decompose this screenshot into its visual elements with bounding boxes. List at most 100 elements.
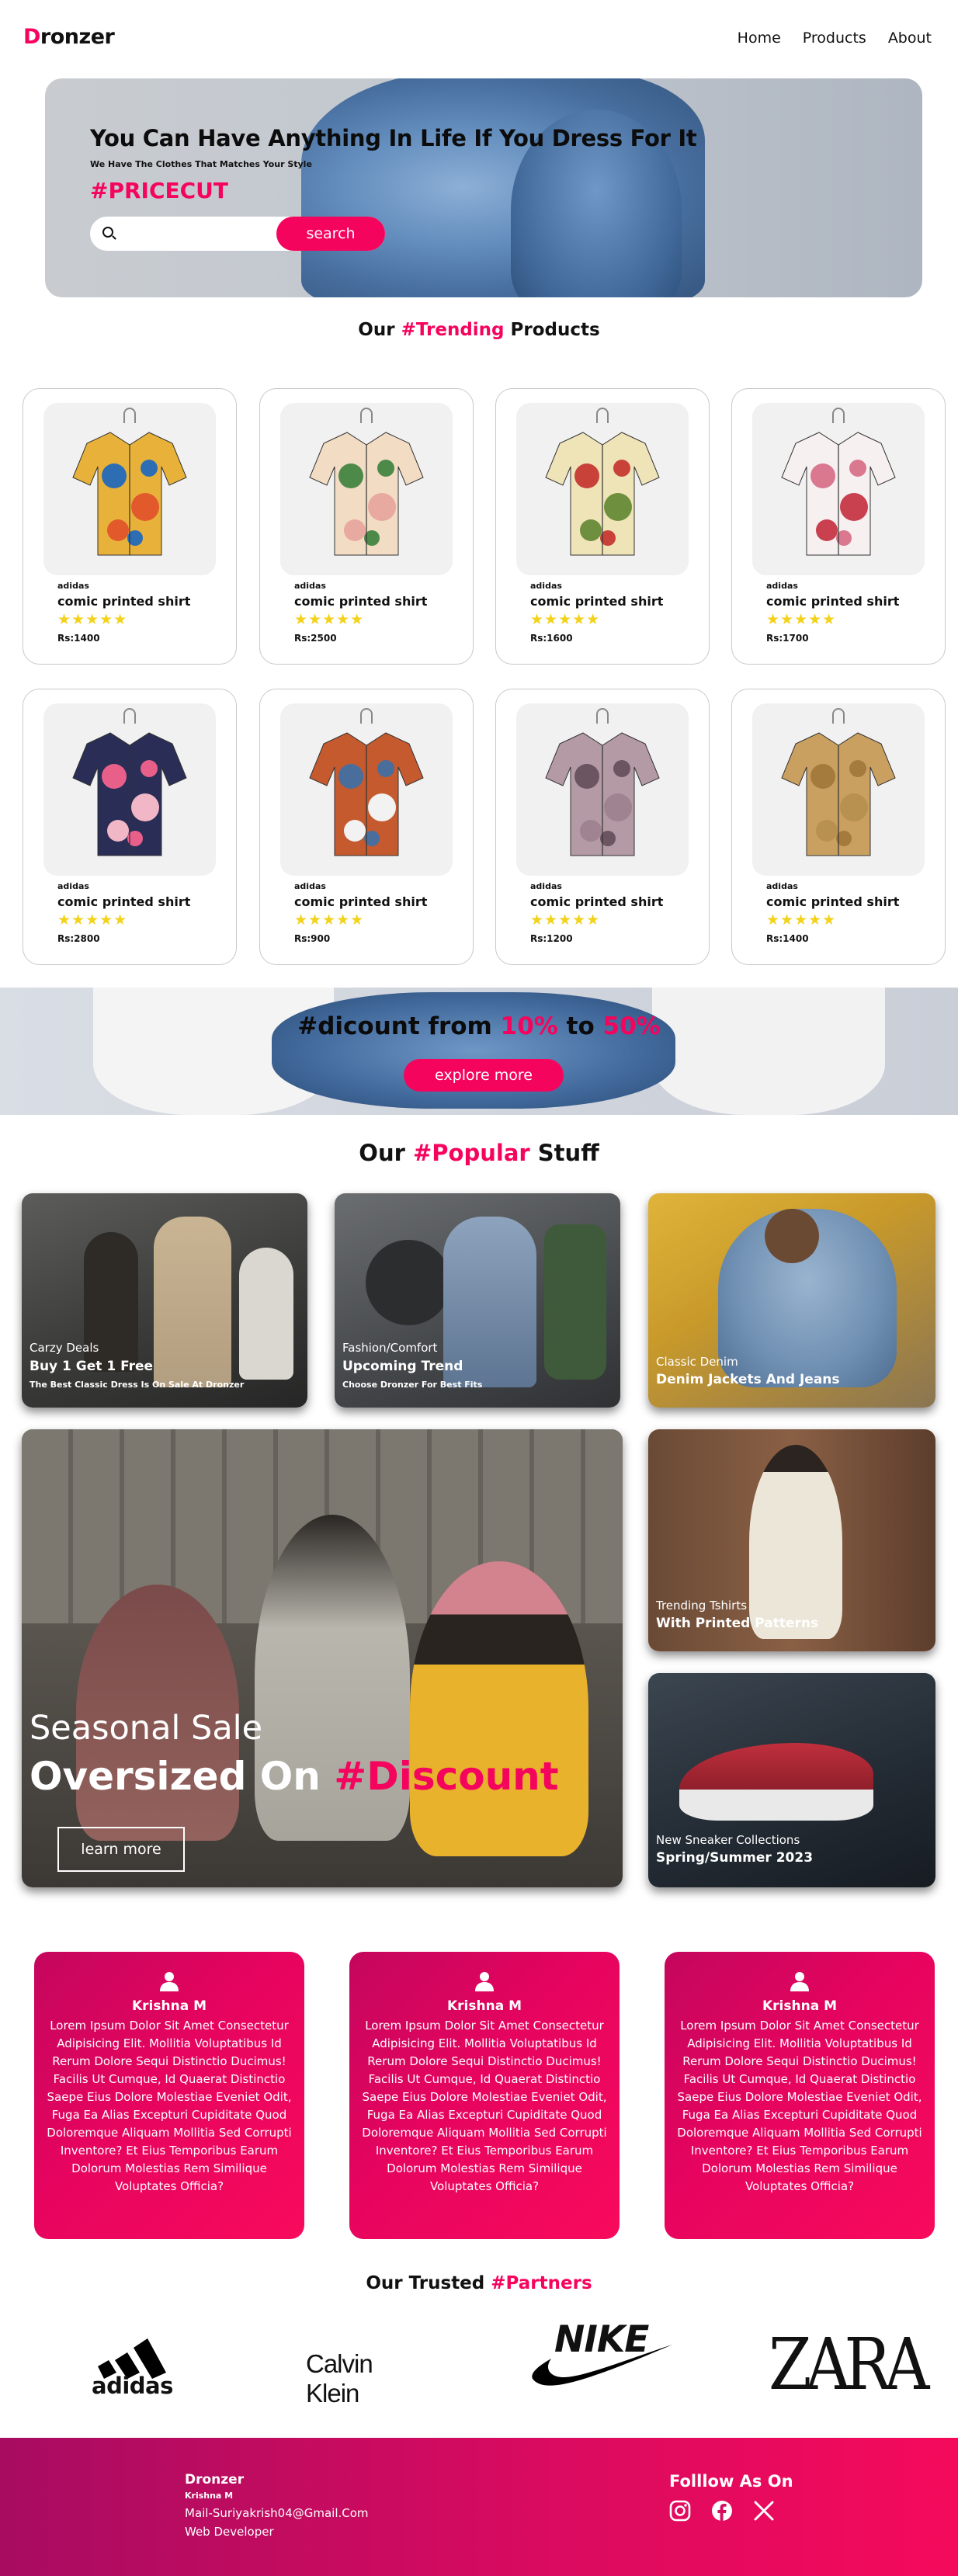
partner-nike[interactable]: NIKE — [528, 2318, 675, 2399]
facebook-icon[interactable] — [711, 2500, 733, 2522]
shirt-icon — [72, 732, 187, 856]
footer-mail[interactable]: Mail-Suriyakrish04@Gmail.Com — [185, 2506, 369, 2520]
partner-zara[interactable]: ZARA — [769, 2321, 929, 2406]
popular-title-prefix: Our — [359, 1140, 413, 1166]
x-icon[interactable] — [753, 2500, 775, 2522]
nav-link-products[interactable]: Products — [803, 30, 866, 47]
trending-title-suffix: Products — [504, 320, 600, 340]
tile-person-image — [154, 1217, 231, 1387]
search-input[interactable] — [124, 223, 264, 245]
product-price: Rs:2500 — [294, 633, 337, 644]
product-image[interactable] — [43, 703, 216, 876]
discount-prefix: #dicount from — [297, 1012, 501, 1040]
hanger-icon — [832, 408, 845, 423]
product-card[interactable]: adidas comic printed shirt ★★★★★ Rs:1600 — [495, 388, 710, 665]
partner-adidas-label: adidas — [92, 2373, 173, 2399]
tile-trending-tshirts[interactable]: Trending Tshirts With Printed Patterns — [648, 1429, 935, 1651]
tile-sneakers[interactable]: New Sneaker Collections Spring/Summer 20… — [648, 1673, 935, 1887]
product-brand: adidas — [530, 881, 562, 891]
tile-category: Classic Denim — [656, 1355, 738, 1369]
shirt-icon — [72, 432, 187, 556]
tile-description: The Best Classic Dress Is On Sale At Dro… — [30, 1380, 245, 1390]
product-price: Rs:1200 — [530, 933, 573, 944]
product-brand: adidas — [766, 881, 798, 891]
tile-seasonal-sale[interactable]: Seasonal Sale Oversized On #Discount lea… — [22, 1429, 623, 1887]
product-brand: adidas — [294, 881, 326, 891]
shirt-icon — [309, 432, 424, 556]
product-image[interactable] — [280, 403, 453, 575]
shirt-icon — [781, 732, 896, 856]
rating-stars: ★★★★★ — [294, 911, 365, 929]
partner-nike-label: NIKE — [554, 2318, 649, 2361]
hero-headline: You Can Have Anything In Life If You Dre… — [90, 125, 697, 151]
nav-links: Home Products About — [738, 30, 932, 47]
nav-link-home[interactable]: Home — [738, 30, 781, 47]
testimonial-card: Krishna M Lorem Ipsum Dolor Sit Amet Cons… — [349, 1952, 620, 2239]
partner-calvin-klein-label: Calvin Klein — [306, 2349, 373, 2408]
explore-more-button[interactable]: explore more — [404, 1059, 564, 1092]
tile-person-image — [749, 1445, 842, 1639]
product-card[interactable]: adidas comic printed shirt ★★★★★ Rs:1200 — [495, 689, 710, 965]
partner-adidas[interactable]: adidas — [85, 2321, 179, 2399]
product-card[interactable]: adidas comic printed shirt ★★★★★ Rs:2500 — [259, 388, 474, 665]
product-brand: adidas — [530, 581, 562, 591]
hanger-icon — [123, 708, 136, 724]
tile-person-image — [239, 1248, 293, 1380]
shirt-icon — [781, 432, 896, 556]
discount-low: 10% — [500, 1012, 558, 1040]
tile-title: Upcoming Trend — [342, 1359, 463, 1374]
hanger-icon — [360, 708, 373, 724]
product-price: Rs:2800 — [57, 933, 100, 944]
tile-upcoming-trend[interactable]: Fashion/Comfort Upcoming Trend Choose Dr… — [335, 1193, 620, 1408]
rating-stars: ★★★★★ — [530, 611, 601, 628]
product-price: Rs:1400 — [57, 633, 100, 644]
nav-link-about[interactable]: About — [888, 30, 932, 47]
product-card[interactable]: adidas comic printed shirt ★★★★★ Rs:1700 — [731, 388, 946, 665]
discount-banner: #dicount from 10% to 50% explore more — [0, 988, 958, 1115]
footer-brand: Dronzer — [185, 2472, 245, 2487]
product-image[interactable] — [752, 703, 925, 876]
product-card[interactable]: adidas comic printed shirt ★★★★★ Rs:2800 — [23, 689, 237, 965]
testimonial-card: Krishna M Lorem Ipsum Dolor Sit Amet Cons… — [34, 1952, 304, 2239]
popular-title-highlight: #Popular — [413, 1140, 530, 1166]
tile-person-head — [765, 1209, 819, 1263]
testimonial-text: Lorem Ipsum Dolor Sit Amet Consectetur A… — [362, 2019, 607, 2193]
popular-title-suffix: Stuff — [529, 1140, 599, 1166]
footer-name: Krishna M — [185, 2491, 234, 2501]
product-brand: adidas — [57, 581, 89, 591]
logo[interactable]: Dronzer — [23, 25, 115, 49]
product-image[interactable] — [752, 403, 925, 575]
product-brand: adidas — [57, 881, 89, 891]
learn-more-button[interactable]: learn more — [57, 1827, 185, 1872]
product-price: Rs:1600 — [530, 633, 573, 644]
oversized-discount-heading: Oversized On #Discount — [30, 1754, 559, 1799]
product-price: Rs:900 — [294, 933, 331, 944]
popular-title: Our #Popular Stuff — [0, 1140, 958, 1166]
product-image[interactable] — [280, 703, 453, 876]
partners-title: Our Trusted #Partners — [0, 2273, 958, 2293]
product-price: Rs:1400 — [766, 933, 809, 944]
hanger-icon — [360, 408, 373, 423]
discount-mid: to — [557, 1012, 603, 1040]
tile-category: Trending Tshirts — [656, 1599, 748, 1613]
product-card[interactable]: adidas comic printed shirt ★★★★★ Rs:900 — [259, 689, 474, 965]
top-nav: Dronzer Home Products About — [0, 0, 958, 78]
partner-calvin-klein[interactable]: Calvin Klein — [306, 2321, 430, 2408]
rating-stars: ★★★★★ — [57, 611, 128, 628]
tile-crazy-deals[interactable]: Carzy Deals Buy 1 Get 1 Free The Best Cl… — [22, 1193, 307, 1408]
tile-person-image — [410, 1561, 588, 1856]
tile-plant-image — [544, 1224, 606, 1380]
tile-classic-denim[interactable]: Classic Denim Denim Jackets And Jeans — [648, 1193, 935, 1408]
testimonial-text: Lorem Ipsum Dolor Sit Amet Consectetur A… — [677, 2019, 922, 2193]
product-image[interactable] — [516, 703, 689, 876]
product-name: comic printed shirt — [766, 594, 900, 609]
product-image[interactable] — [516, 403, 689, 575]
footer-role: Web Developer — [185, 2525, 274, 2539]
product-card[interactable]: adidas comic printed shirt ★★★★★ Rs:1400 — [23, 388, 237, 665]
instagram-icon[interactable] — [669, 2500, 691, 2522]
product-image[interactable] — [43, 403, 216, 575]
product-brand: adidas — [766, 581, 798, 591]
rating-stars: ★★★★★ — [294, 611, 365, 628]
product-card[interactable]: adidas comic printed shirt ★★★★★ Rs:1400 — [731, 689, 946, 965]
search-button[interactable]: search — [276, 217, 385, 251]
